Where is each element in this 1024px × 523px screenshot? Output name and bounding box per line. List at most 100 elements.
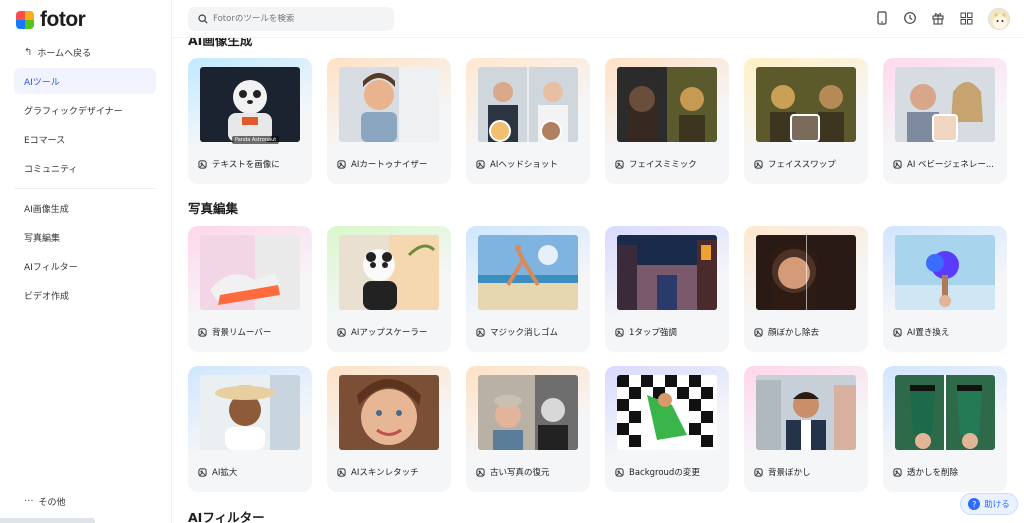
sidebar-item-ai-filter[interactable]: AIフィルター	[14, 253, 156, 279]
help-label: 助ける	[984, 500, 1010, 510]
tool-card[interactable]: マジック消しゴム	[466, 226, 590, 352]
tool-thumbnail	[200, 375, 300, 450]
text-to-image-icon	[198, 159, 207, 169]
bg-remove-icon	[198, 327, 207, 337]
user-avatar[interactable]	[988, 8, 1010, 30]
tool-card[interactable]: AI ベビージェネレー...	[883, 58, 1007, 184]
tool-card[interactable]: AI拡大	[188, 366, 312, 492]
tool-card-title: AI ベビージェネレー...	[907, 160, 994, 170]
tool-card-label: AI拡大	[198, 466, 308, 478]
tool-card[interactable]: 背景ぼかし	[744, 366, 868, 492]
sidebar-item-more[interactable]: ··· その他	[14, 488, 156, 514]
tool-card[interactable]: 透かしを削除	[883, 366, 1007, 492]
tool-card[interactable]: AIアップスケーラー	[327, 226, 451, 352]
status-bar-stub	[0, 518, 95, 523]
sidebar-item-label: グラフィックデザイナー	[24, 106, 123, 117]
gift-icon[interactable]	[930, 10, 946, 26]
tool-card[interactable]: AIヘッドショット	[466, 58, 590, 184]
tool-card-label: フェイスミミック	[615, 158, 725, 170]
search-icon	[198, 14, 208, 24]
person-icon	[476, 159, 485, 169]
tool-card-label: 透かしを削除	[893, 466, 1003, 478]
tool-card-title: AI置き換え	[907, 328, 950, 338]
section-title-ai-filter: AIフィルター	[188, 510, 265, 523]
back-home-link[interactable]: ↰ ホームへ戻る	[14, 39, 156, 65]
mobile-icon[interactable]	[874, 10, 890, 26]
tool-thumbnail	[756, 375, 856, 450]
face-icon	[754, 327, 763, 337]
blur-icon	[754, 467, 763, 477]
top-bar	[172, 0, 1024, 38]
tool-thumbnail	[200, 67, 300, 142]
sidebar-item-ai-tools[interactable]: AIツール	[14, 68, 156, 94]
sidebar-item-label: AIツール	[24, 77, 60, 88]
tool-thumbnail	[478, 375, 578, 450]
tool-card-title: AIスキンレタッチ	[351, 468, 419, 478]
tool-card-label: フェイススワップ	[754, 158, 864, 170]
upscale-icon	[337, 327, 346, 337]
tool-card-title: マジック消しゴム	[490, 328, 559, 338]
tool-card-label: AI置き換え	[893, 326, 1003, 338]
restore-icon	[476, 467, 485, 477]
tool-card-label: AI ベビージェネレー...	[893, 158, 1003, 170]
help-question-icon: ?	[968, 498, 981, 510]
app-root: fotor ↰ ホームへ戻る AIツール グラフィックデザイナー Eコマース コ…	[0, 0, 1024, 523]
tool-thumbnail	[339, 375, 439, 450]
tool-card-label: Backgroudの変更	[615, 466, 725, 478]
sidebar-item-ai-image-gen[interactable]: AI画像生成	[14, 195, 156, 221]
tool-card-label: 背景ぼかし	[754, 466, 864, 478]
replace-icon	[893, 327, 902, 337]
logo-text: fotor	[40, 8, 86, 31]
back-home-label: ホームへ戻る	[37, 48, 92, 59]
tool-thumbnail	[895, 235, 995, 310]
tool-thumbnail	[756, 67, 856, 142]
sidebar-divider	[14, 188, 156, 189]
tool-card[interactable]: 1タップ強調	[605, 226, 729, 352]
tool-card[interactable]: AIカートゥナイザー	[327, 58, 451, 184]
tool-card-label: 背景リムーバー	[198, 326, 308, 338]
tool-thumbnail	[478, 235, 578, 310]
search-input[interactable]	[213, 14, 383, 24]
sidebar-item-community[interactable]: コミュニティ	[14, 155, 156, 181]
swap-icon	[754, 159, 763, 169]
tool-card[interactable]: AIスキンレタッチ	[327, 366, 451, 492]
tool-card-label: AIヘッドショット	[476, 158, 586, 170]
tool-card-title: 背景ぼかし	[768, 468, 811, 478]
tool-card[interactable]: テキストを画像に Panda Astronaut	[188, 58, 312, 184]
tool-thumbnail	[200, 235, 300, 310]
tool-card-label: AIカートゥナイザー	[337, 158, 447, 170]
help-button[interactable]: ? 助ける	[960, 493, 1018, 515]
tool-card-label: 顔ぼかし除去	[754, 326, 864, 338]
eraser-icon	[476, 327, 485, 337]
tool-card-label: AIアップスケーラー	[337, 326, 447, 338]
tool-thumbnail	[478, 67, 578, 142]
sidebar-item-graphic-designer[interactable]: グラフィックデザイナー	[14, 97, 156, 123]
tool-card-title: 古い写真の復元	[490, 468, 550, 478]
tool-card[interactable]: フェイススワップ	[744, 58, 868, 184]
tool-card-title: AI拡大	[212, 468, 238, 478]
tool-card-title: AIカートゥナイザー	[351, 160, 428, 170]
tool-card-title: 透かしを削除	[907, 468, 959, 478]
tool-card-title: AIヘッドショット	[490, 160, 558, 170]
fotor-logo[interactable]: fotor	[16, 8, 86, 32]
sidebar-item-ecommerce[interactable]: Eコマース	[14, 126, 156, 152]
tool-thumbnail	[617, 67, 717, 142]
history-icon[interactable]	[902, 10, 918, 26]
tool-thumbnail	[895, 67, 995, 142]
sidebar-item-video[interactable]: ビデオ作成	[14, 282, 156, 308]
tool-card[interactable]: フェイスミミック	[605, 58, 729, 184]
tool-card-label: 古い写真の復元	[476, 466, 586, 478]
tool-thumbnail	[617, 235, 717, 310]
tool-card[interactable]: Backgroudの変更	[605, 366, 729, 492]
tool-card[interactable]: 古い写真の復元	[466, 366, 590, 492]
fotor-logo-mark	[16, 11, 34, 29]
sidebar-item-photo-edit[interactable]: 写真編集	[14, 224, 156, 250]
tool-card-title: 背景リムーバー	[212, 328, 272, 338]
tool-card[interactable]: AI置き換え	[883, 226, 1007, 352]
change-bg-icon	[615, 467, 624, 477]
tool-card[interactable]: 背景リムーバー	[188, 226, 312, 352]
tool-card[interactable]: 顔ぼかし除去	[744, 226, 868, 352]
search-box[interactable]	[188, 7, 394, 31]
apps-grid-icon[interactable]	[958, 10, 974, 26]
tool-card-label: テキストを画像に	[198, 158, 308, 170]
